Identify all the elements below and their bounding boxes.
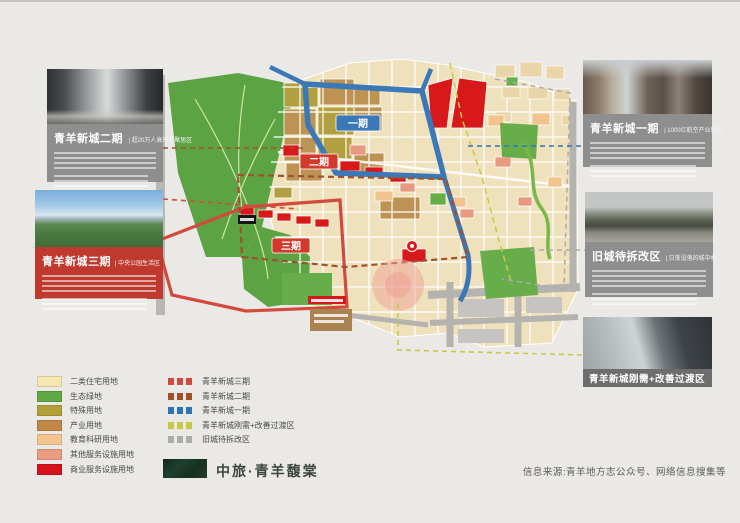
legend-label: 青羊新城二期 [202, 391, 250, 402]
legend-row: 教育科研用地 [37, 435, 134, 444]
project-logo-text: 中旅·青羊馥棠 [216, 461, 319, 481]
panel-phase2: 青羊新城二期 | 超20万人高密度聚居区 [47, 69, 163, 182]
oldtown-bodytext [592, 270, 706, 287]
legend-label: 生态绿地 [70, 391, 102, 402]
oldtown-subtitle: | 日渐没落的城中村 [665, 252, 716, 261]
logo-aerial-thumbnail [163, 459, 207, 478]
legend-row: 产业用地 [37, 421, 134, 430]
phase3-photo [35, 190, 163, 247]
oldtown-title: 旧城待拆改区 [592, 248, 661, 264]
legend-color-swatch [37, 391, 62, 402]
legend-row: 生态绿地 [37, 392, 134, 401]
phase1-photo [583, 60, 712, 114]
panel-transition: 青羊新城刚需+改善过渡区 [583, 317, 712, 387]
legend-land-list: 二类住宅用地生态绿地特殊用地产业用地教育科研用地其他服务设施用地商业服务设施用地 [37, 377, 134, 479]
project-highlight-core [385, 272, 411, 298]
phase3-map-label: 三期 [281, 240, 301, 253]
phase3-bodytext2 [42, 298, 147, 310]
phase2-subtitle: | 超20万人高密度聚居区 [129, 134, 193, 143]
oldtown-photo [585, 192, 713, 242]
legend-row: 青羊新城二期 [168, 392, 295, 401]
legend-row: 青羊新城一期 [168, 406, 295, 415]
legend-color-swatch [37, 405, 62, 416]
phase2-map-label: 二期 [309, 156, 329, 169]
legend-row: 商业服务设施用地 [37, 465, 134, 474]
phase3-bodytext [42, 275, 156, 292]
legend-line-swatch [168, 436, 194, 443]
master-plan-map: 一期 二期 三期 [150, 57, 590, 357]
panel-oldtown: 旧城待拆改区 | 日渐没落的城中村 [585, 192, 713, 297]
legend-zone-list: 青羊新城三期青羊新城二期青羊新城一期青羊新城刚需+改善过渡区旧城待拆改区 [168, 377, 295, 450]
legend-label: 教育科研用地 [70, 434, 118, 445]
legend-label: 产业用地 [70, 420, 102, 431]
phase3-subtitle: | 中央公园生活区 [115, 257, 160, 266]
legend-color-swatch [37, 449, 62, 460]
poster: 一期 二期 三期 青羊新城二期 | 超20万人高密度聚居区 青羊新 [0, 0, 740, 523]
legend-label: 特殊用地 [70, 405, 102, 416]
legend-color-swatch [37, 434, 62, 445]
phase2-bodytext2 [54, 175, 148, 187]
legend-color-swatch [37, 420, 62, 431]
phase1-subtitle: | 1000亿航空产业集群 [664, 124, 722, 133]
phase1-map-label: 一期 [348, 117, 368, 130]
phase2-title: 青羊新城二期 [54, 130, 123, 146]
legend-label: 二类住宅用地 [70, 376, 118, 387]
legend-line-swatch [168, 378, 194, 385]
phase2-photo [47, 69, 163, 124]
legend-line-swatch [168, 407, 194, 414]
legend-line-swatch [168, 422, 194, 429]
legend-row: 其他服务设施用地 [37, 450, 134, 459]
phase3-title: 青羊新城三期 [42, 253, 111, 269]
legend-row: 旧城待拆改区 [168, 435, 295, 444]
oldtown-bodytext2 [592, 293, 697, 305]
legend-color-swatch [37, 464, 62, 475]
legend-row: 青羊新城刚需+改善过渡区 [168, 421, 295, 430]
legend-label: 旧城待拆改区 [202, 434, 250, 445]
transition-title-strip: 青羊新城刚需+改善过渡区 [583, 369, 712, 387]
transition-title: 青羊新城刚需+改善过渡区 [589, 371, 705, 385]
phase2-bodytext [54, 152, 156, 169]
legend-color-swatch [37, 376, 62, 387]
phase1-bodytext2 [590, 165, 696, 177]
source-note: 信息来源:青羊地方志公众号、网络信息搜集等 [523, 464, 726, 478]
legend-line-swatch [168, 393, 194, 400]
legend-row: 特殊用地 [37, 406, 134, 415]
panel-phase3: 青羊新城三期 | 中央公园生活区 [35, 190, 163, 299]
phase1-bodytext [590, 142, 705, 159]
phase1-title: 青羊新城一期 [590, 120, 659, 136]
legend-label: 青羊新城三期 [202, 376, 250, 387]
legend-label: 商业服务设施用地 [70, 464, 134, 475]
legend-label: 青羊新城一期 [202, 405, 250, 416]
legend-row: 青羊新城三期 [168, 377, 295, 386]
panel-phase1: 青羊新城一期 | 1000亿航空产业集群 [583, 60, 712, 167]
legend-label: 青羊新城刚需+改善过渡区 [202, 420, 295, 431]
legend-label: 其他服务设施用地 [70, 449, 134, 460]
legend-row: 二类住宅用地 [37, 377, 134, 386]
